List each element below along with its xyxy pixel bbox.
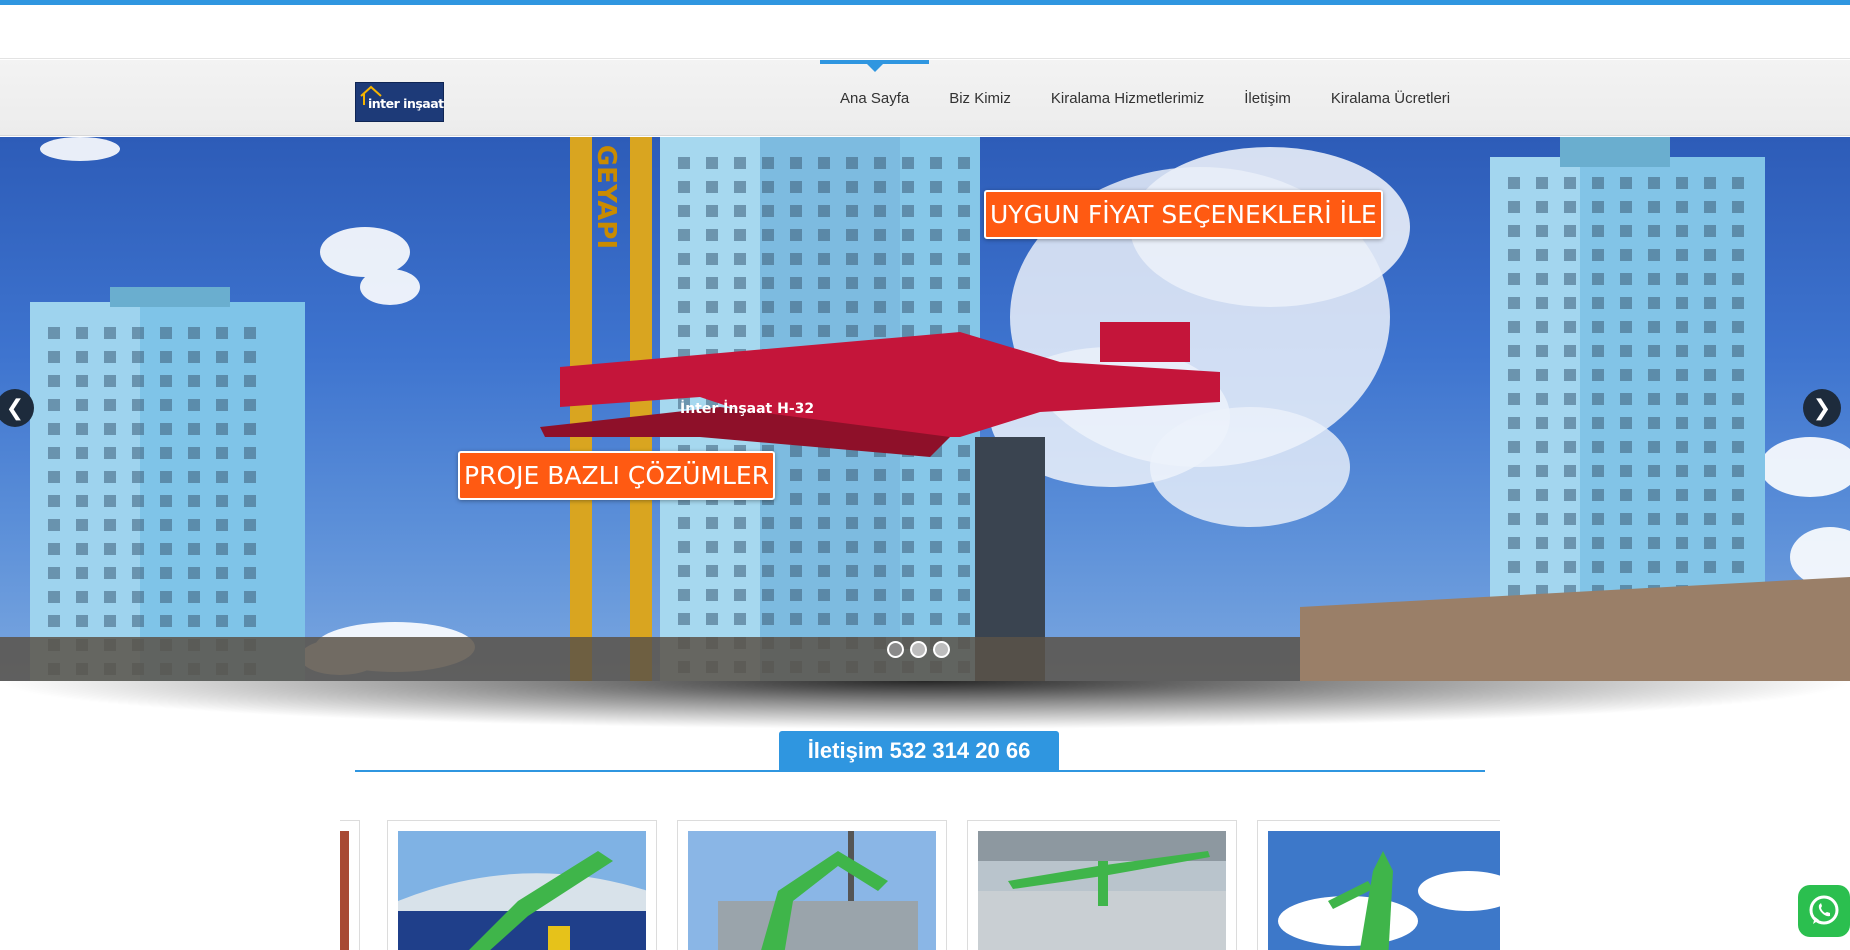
slider-dot-1[interactable] — [887, 641, 904, 658]
slider-dot-3[interactable] — [933, 641, 950, 658]
gallery-carousel — [340, 820, 1500, 950]
nav-item-biz-kimiz[interactable]: Biz Kimiz — [929, 60, 1031, 136]
gallery-card[interactable] — [387, 820, 657, 950]
slider-next-button[interactable]: ❯ — [1803, 389, 1841, 427]
nav-item-kiralama-hizmetlerimiz[interactable]: Kiralama Hizmetlerimiz — [1031, 60, 1224, 136]
hero-slider: GEYAPI İnter İnşaat H-32 UYGUN FİYAT SEÇ… — [0, 137, 1850, 681]
logo-text: inter inşaat — [368, 96, 444, 111]
svg-text:GEYAPI: GEYAPI — [591, 145, 621, 249]
contact-phone-tab[interactable]: İletişim 532 314 20 66 — [779, 731, 1059, 771]
nav-item-iletisim[interactable]: İletişim — [1224, 60, 1311, 136]
whatsapp-button[interactable] — [1798, 885, 1850, 937]
nav-item-ana-sayfa[interactable]: Ana Sayfa — [820, 60, 930, 136]
svg-text:İnter İnşaat H-32: İnter İnşaat H-32 — [680, 400, 814, 417]
nav-item-kiralama-ucretleri[interactable]: Kiralama Ücretleri — [1311, 60, 1470, 136]
whatsapp-icon — [1809, 895, 1839, 925]
slide-image: GEYAPI İnter İnşaat H-32 — [0, 137, 1850, 681]
slider-shadow — [0, 681, 1850, 729]
gallery-image — [1268, 831, 1500, 950]
gallery-card[interactable] — [967, 820, 1237, 950]
slide-caption-top: UYGUN FİYAT SEÇENEKLERİ İLE — [984, 190, 1383, 239]
top-strip — [0, 5, 1850, 59]
slider-dots — [887, 641, 950, 658]
gallery-image — [978, 831, 1226, 950]
tower-crane: GEYAPI — [570, 137, 652, 681]
gallery-image — [688, 831, 936, 950]
gallery-card[interactable] — [1257, 820, 1500, 950]
chevron-left-icon: ❮ — [5, 395, 25, 420]
gallery-card[interactable] — [340, 820, 360, 950]
slider-dot-2[interactable] — [910, 641, 927, 658]
site-logo[interactable]: inter inşaat — [355, 82, 444, 122]
slide-caption-bottom: PROJE BAZLI ÇÖZÜMLER — [458, 451, 776, 500]
gallery-image — [398, 831, 646, 950]
chevron-right-icon: ❯ — [1812, 395, 1832, 420]
main-nav: Ana Sayfa Biz Kimiz Kiralama Hizmetlerim… — [820, 60, 1470, 136]
gallery-card[interactable] — [677, 820, 947, 950]
